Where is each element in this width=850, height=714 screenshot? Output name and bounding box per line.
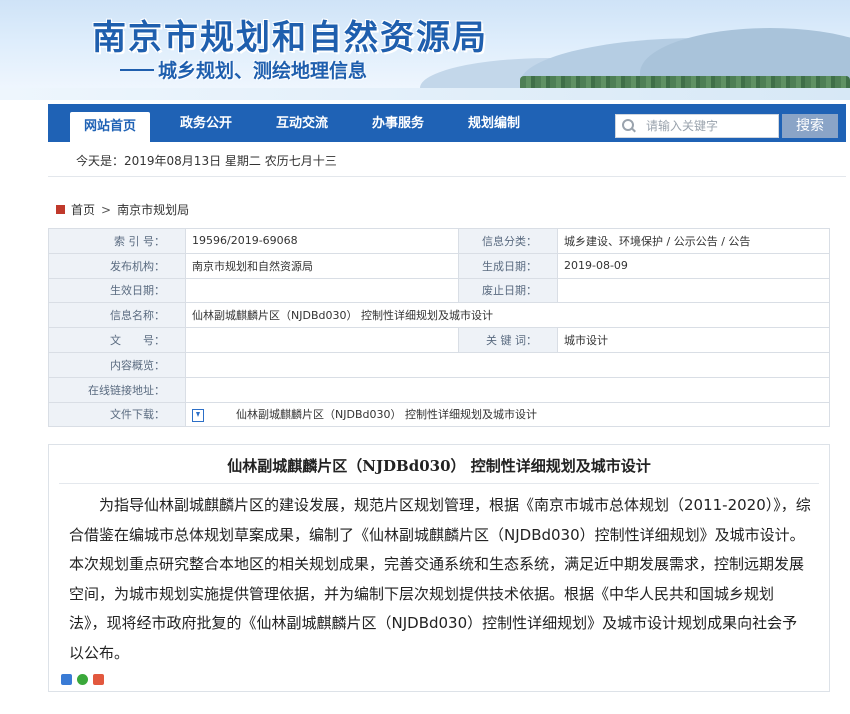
site-subtitle: 城乡规划、测绘地理信息 (158, 60, 368, 82)
article: 仙林副城麒麟片区（NJDBd030） 控制性详细规划及城市设计 为指导仙林副城麒… (48, 444, 830, 692)
search-button[interactable]: 搜索 (782, 114, 838, 138)
banner-water (0, 88, 850, 100)
publisher-label: 发布机构： (48, 252, 186, 279)
chevron-right-icon: > (101, 202, 112, 217)
nav-item-planning[interactable]: 规划编制 (468, 104, 520, 142)
table-row: 内容概览： (48, 351, 830, 378)
docno-label: 文 号： (48, 327, 186, 353)
table-row: 索 引 号： 19596/2019-69068 信息分类： 城乡建设、环境保护 … (48, 228, 830, 254)
breadcrumb: 首页 > 南京市规划局 (56, 201, 189, 218)
home-icon (56, 205, 65, 214)
nav-item-services[interactable]: 办事服务 (372, 104, 424, 142)
repealed-value (557, 277, 830, 304)
wechat-icon[interactable] (77, 674, 88, 685)
index-label: 索 引 号： (48, 228, 186, 254)
table-row: 文 号： 关 键 词： 城市设计 (48, 327, 830, 353)
keywords-label: 关 键 词： (458, 327, 558, 353)
repealed-label: 废止日期： (458, 277, 558, 304)
keywords-value: 城市设计 (557, 327, 830, 353)
effective-label: 生效日期： (48, 277, 186, 304)
breadcrumb-current[interactable]: 南京市规划局 (117, 201, 189, 218)
category-value: 城乡建设、环境保护 / 公示公告 / 公告 (557, 228, 830, 254)
download-cell: 仙林副城麒麟片区（NJDBd030） 控制性详细规划及城市设计 (185, 401, 830, 428)
date-bar: 今天是：2019年08月13日 星期二 农历七月十三 (48, 142, 846, 177)
name-label: 信息名称： (48, 302, 186, 329)
table-row: 文件下载： 仙林副城麒麟片区（NJDBd030） 控制性详细规划及城市设计 (48, 401, 830, 428)
site-banner: 南京市规划和自然资源局 城乡规划、测绘地理信息 (0, 0, 850, 100)
share-plus-icon[interactable] (61, 674, 72, 685)
nav-item-home[interactable]: 网站首页 (70, 112, 151, 142)
effective-value (185, 277, 459, 304)
table-row: 发布机构： 南京市规划和自然资源局 生成日期： 2019-08-09 (48, 252, 830, 279)
site-title: 南京市规划和自然资源局 (92, 18, 488, 58)
nav-item-gov-info[interactable]: 政务公开 (180, 104, 232, 142)
weibo-icon[interactable] (93, 674, 104, 685)
search-input[interactable] (644, 118, 768, 134)
created-value: 2019-08-09 (557, 252, 830, 279)
today-date: 今天是：2019年08月13日 星期二 农历七月十三 (76, 154, 337, 168)
download-icon[interactable] (192, 408, 204, 422)
publisher-value: 南京市规划和自然资源局 (185, 252, 459, 279)
summary-value (185, 351, 830, 378)
search-box (615, 114, 779, 138)
download-label: 文件下载： (48, 401, 186, 428)
download-link[interactable]: 仙林副城麒麟片区（NJDBd030） 控制性详细规划及城市设计 (236, 408, 537, 421)
article-body: 为指导仙林副城麒麟片区的建设发展，规范片区规划管理，根据《南京市城市总体规划（2… (69, 496, 811, 662)
breadcrumb-home[interactable]: 首页 (71, 201, 95, 218)
link-value (185, 376, 830, 403)
subtitle-dash (120, 69, 154, 71)
document-info-table: 索 引 号： 19596/2019-69068 信息分类： 城乡建设、环境保护 … (48, 228, 830, 428)
summary-label: 内容概览： (48, 351, 186, 378)
nav-item-interaction[interactable]: 互动交流 (276, 104, 328, 142)
link-label: 在线链接地址： (48, 376, 186, 403)
created-label: 生成日期： (458, 252, 558, 279)
index-value: 19596/2019-69068 (185, 228, 459, 254)
search-icon (622, 119, 636, 133)
category-label: 信息分类： (458, 228, 558, 254)
share-bar (61, 674, 104, 685)
article-title: 仙林副城麒麟片区（NJDBd030） 控制性详细规划及城市设计 (227, 457, 651, 475)
docno-value (185, 327, 459, 353)
table-row: 信息名称： 仙林副城麒麟片区（NJDBd030） 控制性详细规划及城市设计 (48, 302, 830, 329)
name-value: 仙林副城麒麟片区（NJDBd030） 控制性详细规划及城市设计 (185, 302, 830, 329)
divider (59, 483, 819, 484)
table-row: 在线链接地址： (48, 376, 830, 403)
table-row: 生效日期： 废止日期： (48, 277, 830, 304)
